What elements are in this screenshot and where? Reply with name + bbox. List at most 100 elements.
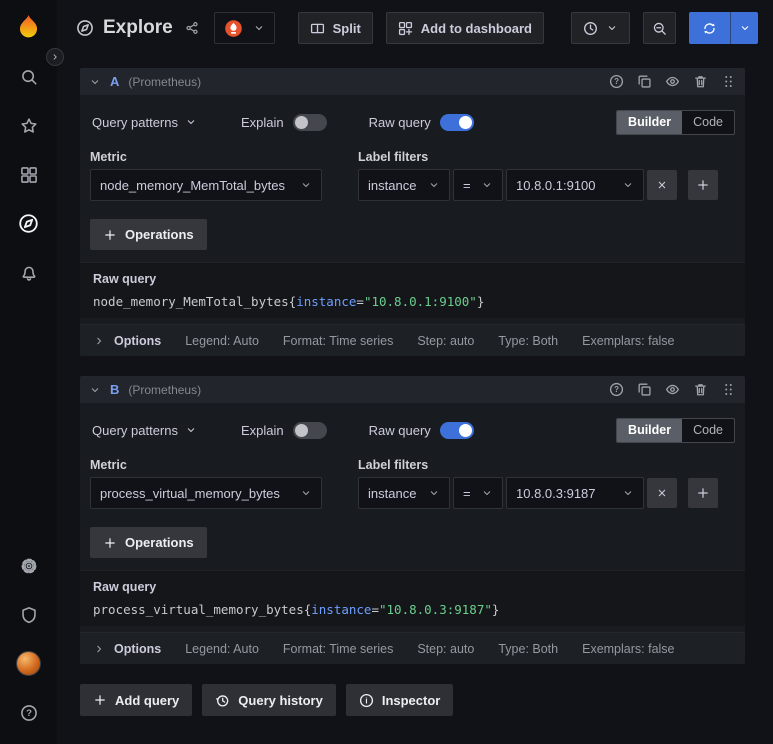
- builder-mode-button[interactable]: Builder: [617, 418, 683, 442]
- svg-text:?: ?: [26, 708, 32, 719]
- raw-query-switch[interactable]: [439, 421, 474, 439]
- main-area: Explore Split Add to dashboard A (Promet…: [57, 0, 773, 744]
- sidebar-item-help[interactable]: ?: [0, 688, 57, 737]
- explain-label: Explain: [241, 422, 284, 438]
- query-options-row[interactable]: Options Legend: Auto Format: Time series…: [80, 324, 745, 356]
- collapse-chevron-icon[interactable]: [89, 76, 101, 88]
- promql-metric: process_virtual_memory_bytes: [93, 602, 304, 617]
- query-row-header[interactable]: B (Prometheus) ?: [80, 376, 745, 403]
- code-mode-button[interactable]: Code: [682, 111, 734, 134]
- sidebar-item-starred[interactable]: [0, 101, 57, 150]
- toggle-visibility-eye-icon[interactable]: [665, 382, 680, 397]
- metric-select[interactable]: node_memory_MemTotal_bytes: [90, 169, 322, 201]
- filter-label-select[interactable]: instance: [358, 169, 450, 201]
- builder-mode-button[interactable]: Builder: [617, 110, 683, 134]
- remove-query-trash-icon[interactable]: [693, 382, 708, 397]
- add-operation-button[interactable]: Operations: [90, 527, 207, 558]
- query-row-actions: ?: [609, 382, 736, 397]
- remove-query-trash-icon[interactable]: [693, 74, 708, 89]
- raw-query-toggle-group: Raw query: [369, 113, 474, 131]
- duplicate-query-icon[interactable]: [637, 382, 652, 397]
- filter-label-value: instance: [368, 177, 417, 193]
- sidebar-item-profile[interactable]: [0, 639, 57, 688]
- metric-select[interactable]: process_virtual_memory_bytes: [90, 477, 322, 509]
- query-options-row[interactable]: Options Legend: Auto Format: Time series…: [80, 632, 745, 664]
- plus-icon: [103, 536, 117, 550]
- query-patterns-dropdown[interactable]: Query patterns: [90, 115, 199, 130]
- switch-knob: [458, 423, 472, 437]
- time-range-picker[interactable]: [571, 12, 630, 44]
- query-ref-id: A: [110, 74, 120, 89]
- sidebar-item-dashboards[interactable]: [0, 150, 57, 199]
- filter-operator-select[interactable]: =: [453, 477, 503, 509]
- duplicate-query-icon[interactable]: [637, 74, 652, 89]
- promql-equals: =: [356, 294, 364, 309]
- add-to-dashboard-button[interactable]: Add to dashboard: [385, 12, 544, 44]
- chevron-down-icon: [428, 487, 440, 499]
- add-operation-button[interactable]: Operations: [90, 219, 207, 250]
- sidebar-expand-button[interactable]: [46, 48, 64, 66]
- promql-label: instance: [296, 294, 357, 309]
- sidebar-item-alerting[interactable]: [0, 248, 57, 297]
- zoom-out-icon: [652, 21, 667, 36]
- code-mode-button[interactable]: Code: [682, 419, 734, 442]
- promql-brace: }: [476, 294, 485, 309]
- query-editor-row-b: B (Prometheus) ? Query patterns Explain …: [80, 376, 745, 664]
- filter-operator-value: =: [463, 485, 471, 501]
- svg-text:?: ?: [614, 77, 619, 86]
- toggle-visibility-eye-icon[interactable]: [665, 74, 680, 89]
- chevron-right-icon: [93, 643, 105, 655]
- explore-footer-actions: Add query Query history i Inspector: [80, 684, 745, 716]
- zoom-out-button[interactable]: [643, 12, 676, 44]
- query-history-button[interactable]: Query history: [202, 684, 336, 716]
- chevron-down-icon: [481, 487, 493, 499]
- options-format: Format: Time series: [282, 641, 394, 656]
- query-row-header[interactable]: A (Prometheus) ?: [80, 68, 745, 95]
- promql-label: instance: [311, 602, 372, 617]
- collapse-chevron-icon[interactable]: [89, 384, 101, 396]
- query-editor-toolbar: Query patterns Explain Raw query Builder…: [90, 106, 735, 138]
- metric-field: Metric process_virtual_memory_bytes: [90, 458, 322, 509]
- datasource-picker[interactable]: [213, 12, 275, 44]
- filter-value-select[interactable]: 10.8.0.3:9187: [506, 477, 644, 509]
- sidebar-item-configuration[interactable]: [0, 541, 57, 590]
- add-filter-button[interactable]: [688, 170, 718, 200]
- grafana-logo-icon[interactable]: [15, 13, 42, 40]
- run-query-button[interactable]: [689, 12, 730, 44]
- drag-handle-icon[interactable]: [721, 382, 736, 397]
- metric-field: Metric node_memory_MemTotal_bytes: [90, 150, 322, 201]
- add-filter-button[interactable]: [688, 478, 718, 508]
- sidebar-item-admin[interactable]: [0, 590, 57, 639]
- share-icon[interactable]: [185, 21, 199, 35]
- chevron-down-icon: [185, 424, 197, 436]
- filter-value-select[interactable]: 10.8.0.1:9100: [506, 169, 644, 201]
- inspector-button[interactable]: i Inspector: [345, 684, 454, 716]
- add-query-button[interactable]: Add query: [80, 684, 193, 716]
- query-patterns-dropdown[interactable]: Query patterns: [90, 423, 199, 438]
- query-help-icon[interactable]: ?: [609, 74, 624, 89]
- query-patterns-label: Query patterns: [92, 114, 178, 130]
- sidebar: ?: [0, 0, 64, 744]
- refresh-interval-dropdown[interactable]: [730, 12, 758, 44]
- switch-knob: [294, 115, 308, 129]
- filter-label-select[interactable]: instance: [358, 477, 450, 509]
- options-header: Options: [93, 334, 161, 348]
- sidebar-item-explore[interactable]: [0, 199, 57, 248]
- metric-value: node_memory_MemTotal_bytes: [100, 177, 285, 193]
- explain-toggle-group: Explain: [241, 113, 327, 131]
- label-filter-row: instance = 10.8.0.1:9100: [358, 169, 718, 201]
- split-button[interactable]: Split: [297, 12, 373, 44]
- explain-switch[interactable]: [292, 421, 327, 439]
- query-datasource-label: (Prometheus): [128, 74, 202, 89]
- remove-filter-button[interactable]: [647, 170, 677, 200]
- filter-operator-select[interactable]: =: [453, 169, 503, 201]
- svg-text:i: i: [365, 696, 367, 705]
- shield-icon: [20, 606, 38, 624]
- query-help-icon[interactable]: ?: [609, 382, 624, 397]
- raw-query-switch[interactable]: [439, 113, 474, 131]
- explain-switch[interactable]: [292, 113, 327, 131]
- remove-filter-button[interactable]: [647, 478, 677, 508]
- raw-query-label: Raw query: [368, 422, 431, 438]
- drag-handle-icon[interactable]: [721, 74, 736, 89]
- raw-query-text: node_memory_MemTotal_bytes{instance="10.…: [93, 294, 732, 309]
